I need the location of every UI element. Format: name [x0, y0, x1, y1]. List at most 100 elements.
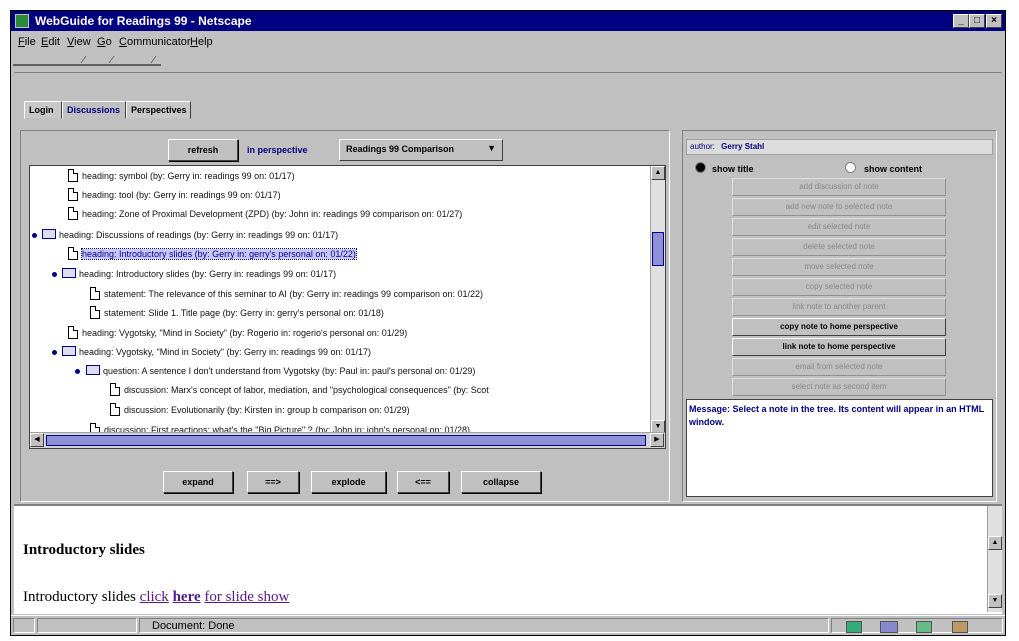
delete-note-button[interactable]: delete selected note	[732, 238, 946, 256]
tree-horizontal-scrollbar[interactable]: ◀ ▶	[30, 432, 665, 448]
content-heading: Introductory slides	[23, 542, 145, 558]
composer-icon[interactable]	[952, 621, 968, 633]
note-doc-icon	[110, 383, 120, 396]
netscape-icon	[15, 14, 29, 28]
menu-communicator[interactable]: Communicator	[119, 36, 191, 48]
browser-window: WebGuide for Readings 99 - Netscape _ □ …	[10, 10, 1006, 636]
expand-toggle-icon[interactable]	[75, 369, 80, 374]
folder-icon	[62, 268, 76, 278]
menu-edit[interactable]: Edit	[41, 36, 60, 48]
menu-go[interactable]: Go	[97, 36, 112, 48]
menu-help[interactable]: Help	[190, 36, 213, 48]
tree-item[interactable]: heading: Discussions of readings (by: Ge…	[42, 227, 338, 243]
folder-icon	[62, 346, 76, 356]
component-bar	[831, 618, 1003, 633]
discussion-icon[interactable]	[916, 621, 932, 633]
tree-item[interactable]: heading: Zone of Proximal Development (Z…	[68, 206, 462, 222]
discussion-tree[interactable]: heading: symbol (by: Gerry in: readings …	[29, 165, 666, 449]
slide-link-show[interactable]: for slide show	[204, 589, 289, 605]
select-second-item-button[interactable]: select note as second item	[732, 378, 946, 396]
tab-perspectives[interactable]: Perspectives	[126, 101, 191, 119]
menu-bar: File Edit View Go Communicator Help	[11, 32, 1005, 52]
note-doc-icon	[68, 326, 78, 339]
webguide-applet: Login Discussions Perspectives refresh i…	[14, 72, 1002, 503]
link-note-parent-button[interactable]: link note to another parent	[732, 298, 946, 316]
note-doc-icon	[90, 306, 100, 319]
tree-item[interactable]: heading: Vygotsky, "Mind in Society" (by…	[62, 344, 371, 360]
title-bar: WebGuide for Readings 99 - Netscape _ □ …	[11, 11, 1005, 31]
window-title: WebGuide for Readings 99 - Netscape	[35, 14, 252, 28]
tree-item[interactable]: heading: Vygotsky, "Mind in Society" (by…	[68, 325, 407, 341]
status-text: Document: Done	[152, 620, 235, 632]
note-doc-icon	[68, 169, 78, 182]
note-actions-panel: author: Gerry Stahl show title show cont…	[682, 130, 997, 502]
tree-item[interactable]: discussion: Evolutionarily (by: Kirsten …	[110, 402, 410, 418]
author-value: Gerry Stahl	[721, 142, 765, 151]
slide-link-click[interactable]: click	[140, 589, 169, 605]
message-box: Message: Select a note in the tree. Its …	[686, 399, 993, 497]
back-button[interactable]: <==	[397, 471, 449, 493]
forward-button[interactable]: ==>	[247, 471, 299, 493]
scroll-down-icon[interactable]: ▼	[988, 594, 1002, 608]
tree-item[interactable]: question: A sentence I don't understand …	[86, 363, 475, 379]
scroll-right-icon[interactable]: ▶	[650, 433, 664, 447]
tree-item[interactable]: heading: Introductory slides (by: Gerry …	[62, 266, 336, 282]
perspective-select[interactable]: Readings 99 Comparison ▼	[339, 139, 503, 161]
maximize-button[interactable]: □	[969, 14, 985, 28]
link-to-home-button[interactable]: link note to home perspective	[732, 338, 946, 356]
expand-toggle-icon[interactable]	[32, 233, 37, 238]
security-lock-icon[interactable]	[13, 618, 35, 633]
toolbar-grip[interactable]	[13, 56, 161, 66]
expand-button[interactable]: expand	[163, 471, 233, 493]
note-doc-icon	[68, 247, 78, 260]
menu-view[interactable]: View	[67, 36, 91, 48]
add-discussion-button[interactable]: add discussion of note	[732, 178, 946, 196]
tab-discussions[interactable]: Discussions	[62, 101, 126, 119]
perspective-select-value: Readings 99 Comparison	[346, 144, 455, 154]
navigator-icon[interactable]	[846, 621, 862, 633]
collapse-button[interactable]: collapse	[461, 471, 541, 493]
copy-to-home-button[interactable]: copy note to home perspective	[732, 318, 946, 336]
show-title-radio[interactable]: show title	[695, 162, 754, 174]
status-text-cell: Document: Done	[139, 618, 829, 633]
scroll-up-icon[interactable]: ▲	[651, 166, 665, 180]
menu-file[interactable]: File	[18, 36, 36, 48]
tree-hscroll-thumb[interactable]	[46, 435, 646, 446]
edit-note-button[interactable]: edit selected note	[732, 218, 946, 236]
tree-item[interactable]: statement: Slide 1. Title page (by: Gerr…	[90, 305, 384, 321]
tree-scroll-thumb[interactable]	[652, 232, 664, 266]
add-new-note-button[interactable]: add new note to selected note	[732, 198, 946, 216]
close-button[interactable]: ×	[986, 14, 1002, 28]
scroll-left-icon[interactable]: ◀	[30, 433, 44, 447]
author-label: author:	[690, 142, 715, 151]
note-doc-icon	[90, 287, 100, 300]
html-content-frame: Introductory slides Introductory slides …	[14, 504, 1002, 614]
tab-login[interactable]: Login	[24, 101, 62, 119]
slide-link-here[interactable]: here	[173, 589, 201, 605]
tree-item[interactable]: discussion: Marx's concept of labor, med…	[110, 382, 489, 398]
tree-item[interactable]: statement: The relevance of this seminar…	[90, 286, 483, 302]
move-note-button[interactable]: move selected note	[732, 258, 946, 276]
show-content-radio[interactable]: show content	[845, 162, 922, 174]
expand-toggle-icon[interactable]	[52, 350, 57, 355]
scroll-up-icon[interactable]: ▲	[988, 536, 1002, 550]
status-progress	[37, 618, 137, 633]
minimize-button[interactable]: _	[953, 14, 969, 28]
status-bar: Document: Done	[11, 615, 1005, 635]
discussion-panel: refresh in perspective Readings 99 Compa…	[20, 130, 670, 502]
email-note-button[interactable]: email from selected note	[732, 358, 946, 376]
tree-item[interactable]: heading: symbol (by: Gerry in: readings …	[68, 168, 295, 184]
copy-note-button[interactable]: copy selected note	[732, 278, 946, 296]
expand-toggle-icon[interactable]	[52, 272, 57, 277]
mail-icon[interactable]	[880, 621, 898, 633]
content-scrollbar[interactable]: ▲ ▼	[987, 506, 1002, 612]
explode-button[interactable]: explode	[311, 471, 386, 493]
tree-item[interactable]: heading: tool (by: Gerry in: readings 99…	[68, 187, 281, 203]
folder-icon	[86, 365, 100, 375]
radio-unselected-icon	[845, 162, 856, 173]
note-doc-icon	[68, 188, 78, 201]
tree-item-selected[interactable]: heading: Introductory slides (by: Gerry …	[68, 246, 357, 262]
refresh-button[interactable]: refresh	[168, 139, 238, 161]
tree-vertical-scrollbar[interactable]: ▲ ▼	[650, 166, 665, 434]
author-field: author: Gerry Stahl	[686, 139, 993, 155]
